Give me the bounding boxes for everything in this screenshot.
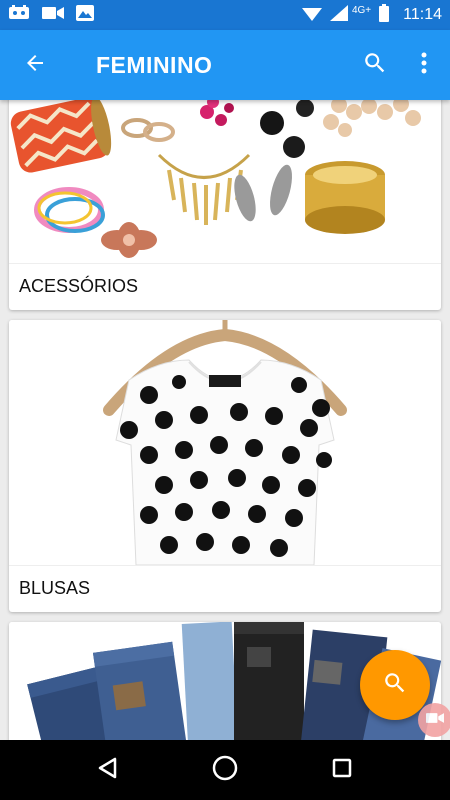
notification-icon <box>8 4 30 26</box>
screen-record-button[interactable] <box>418 703 450 737</box>
more-options-button[interactable] <box>404 30 444 100</box>
battery-icon <box>379 4 390 26</box>
blouse-image <box>9 320 441 565</box>
category-card-acessorios[interactable]: ACESSÓRIOS <box>9 100 441 310</box>
nav-recents-button[interactable] <box>312 740 372 800</box>
page-title: FEMININO <box>96 51 213 78</box>
back-button[interactable] <box>0 30 70 100</box>
network-type: 4G+ <box>351 4 372 16</box>
video-camera-icon <box>42 6 64 25</box>
square-recents-icon <box>332 758 352 783</box>
nav-back-button[interactable] <box>78 740 138 800</box>
system-nav-bar <box>0 740 450 800</box>
category-label: BLUSAS <box>9 565 441 611</box>
search-icon <box>362 50 388 81</box>
app-bar: FEMININO <box>0 30 450 100</box>
triangle-back-icon <box>97 757 119 784</box>
status-bar: 4G+ 11:14 <box>0 0 450 30</box>
wifi-icon <box>301 5 322 25</box>
more-vertical-icon <box>421 52 427 79</box>
category-label: ACESSÓRIOS <box>9 263 441 309</box>
video-camera-icon <box>426 711 444 729</box>
image-icon <box>76 4 94 26</box>
search-fab[interactable] <box>360 650 430 720</box>
accessories-image <box>9 100 441 263</box>
status-time: 11:14 <box>403 6 442 23</box>
search-icon <box>382 670 408 701</box>
category-card-blusas[interactable]: BLUSAS <box>9 320 441 612</box>
search-button[interactable] <box>350 30 400 100</box>
signal-icon <box>329 5 348 25</box>
circle-home-icon <box>212 755 238 786</box>
nav-home-button[interactable] <box>195 740 255 800</box>
category-list: ACESSÓRIOS BLUSAS <box>0 100 450 740</box>
arrow-left-icon <box>23 51 47 80</box>
